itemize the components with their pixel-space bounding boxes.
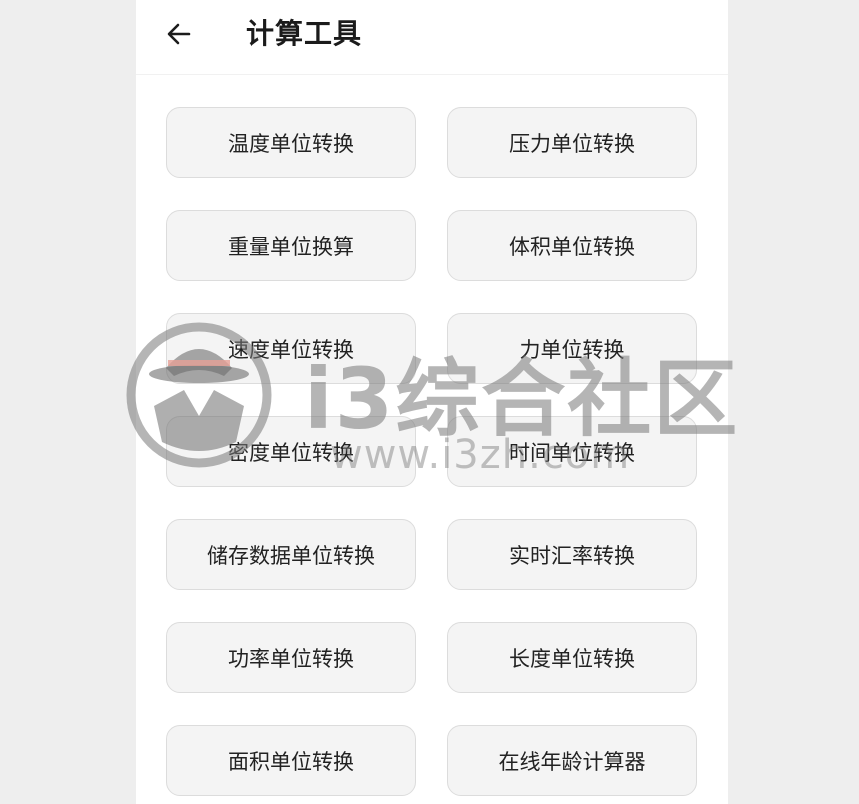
app-screen: 计算工具 温度单位转换 压力单位转换 重量单位换算 体积单位转换 速度单位转换 … [136,0,728,804]
back-button[interactable] [154,12,204,56]
tool-button-force[interactable]: 力单位转换 [447,313,697,384]
tool-button-pressure[interactable]: 压力单位转换 [447,107,697,178]
tool-button-data-storage[interactable]: 储存数据单位转换 [166,519,416,590]
tool-button-speed[interactable]: 速度单位转换 [166,313,416,384]
tool-button-weight[interactable]: 重量单位换算 [166,210,416,281]
tool-button-density[interactable]: 密度单位转换 [166,416,416,487]
tool-button-power[interactable]: 功率单位转换 [166,622,416,693]
tool-button-length[interactable]: 长度单位转换 [447,622,697,693]
arrow-left-icon [167,23,191,45]
top-app-bar: 计算工具 [136,0,728,75]
tool-grid: 温度单位转换 压力单位转换 重量单位换算 体积单位转换 速度单位转换 力单位转换… [166,107,698,796]
tool-button-time[interactable]: 时间单位转换 [447,416,697,487]
page-title: 计算工具 [246,17,363,50]
tool-button-age-calculator[interactable]: 在线年龄计算器 [447,725,697,796]
tool-button-temperature[interactable]: 温度单位转换 [166,107,416,178]
tool-button-area[interactable]: 面积单位转换 [166,725,416,796]
tool-button-volume[interactable]: 体积单位转换 [447,210,697,281]
tool-button-exchange-rate[interactable]: 实时汇率转换 [447,519,697,590]
